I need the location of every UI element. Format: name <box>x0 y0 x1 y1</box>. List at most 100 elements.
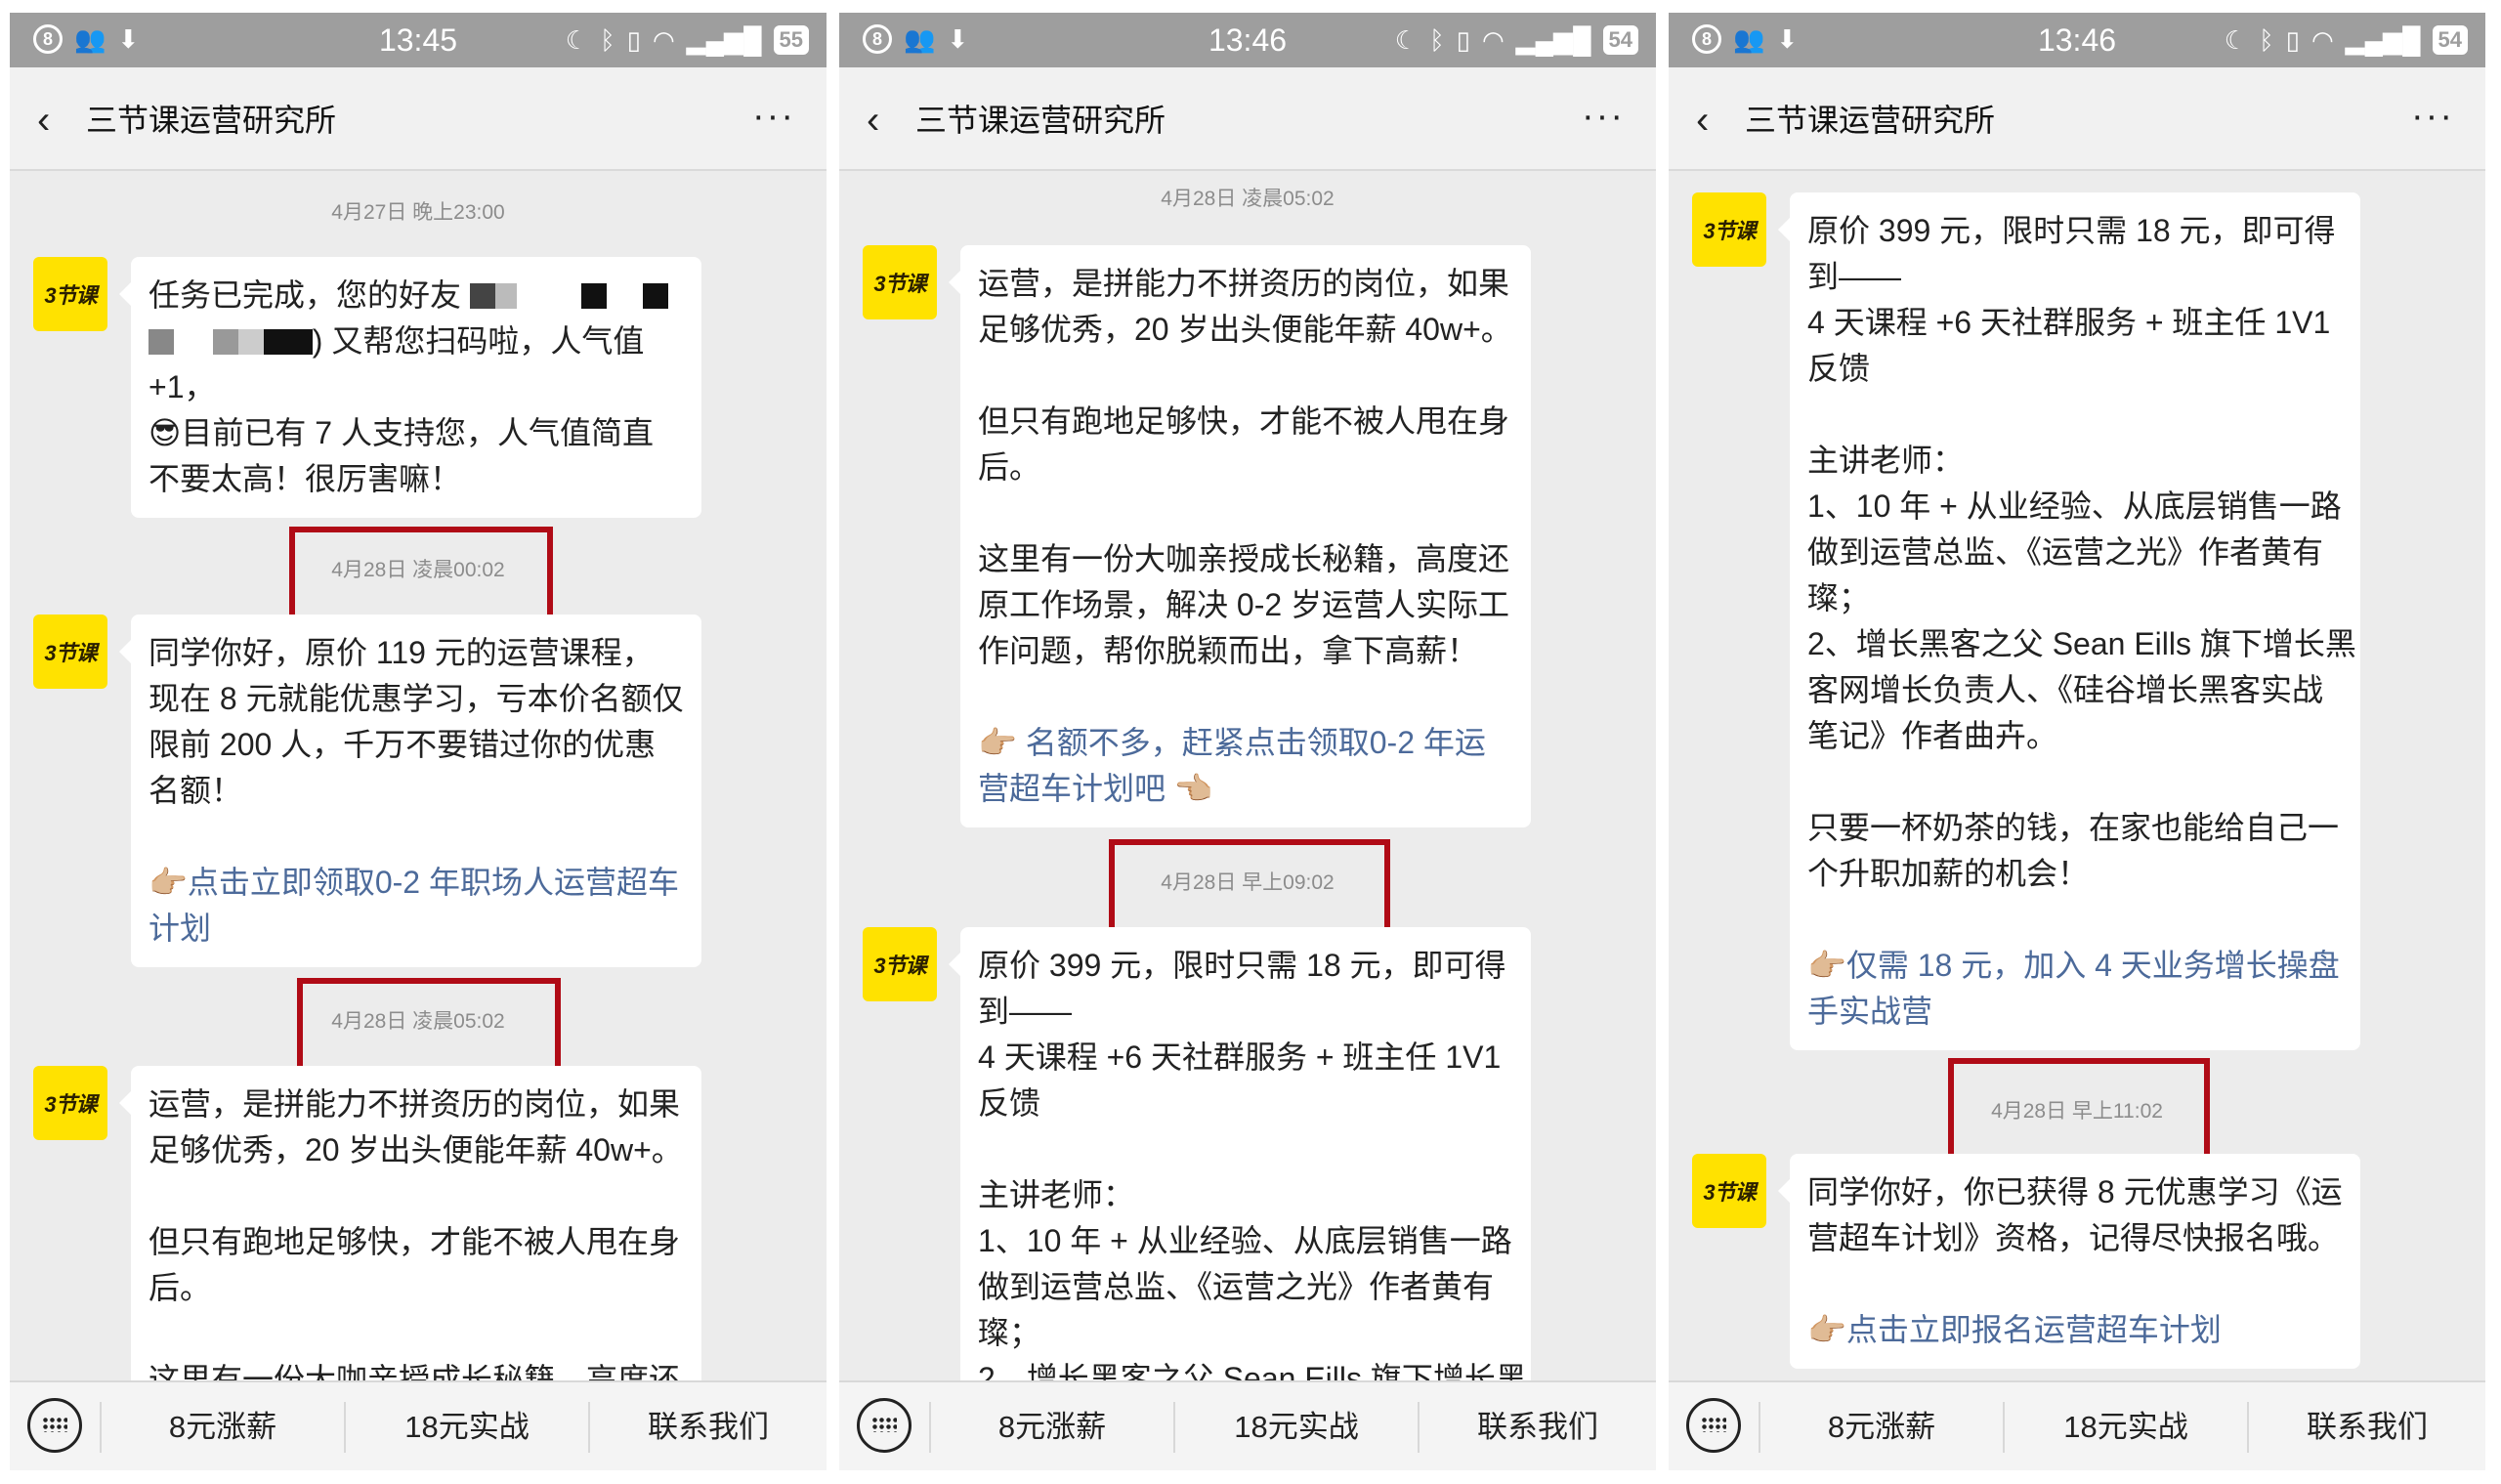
menu-item-8yuan[interactable]: 8元涨薪 <box>931 1382 1173 1470</box>
message-line: 运营，是拼能力不拼资历的岗位，如果 <box>148 1086 681 1122</box>
message-line: 名额！ <box>148 773 243 808</box>
menu-item-contact[interactable]: 联系我们 <box>2249 1382 2485 1470</box>
more-options-icon[interactable]: ··· <box>1582 97 1625 136</box>
menu-item-8yuan[interactable]: 8元涨薪 <box>102 1382 344 1470</box>
message-line: 到—— <box>1807 259 1902 294</box>
message-line: 主讲老师： <box>978 1177 1135 1212</box>
keyboard-icon[interactable] <box>857 1398 911 1453</box>
message-link[interactable]: 👉🏼 名额不多，赶紧点击领取0-2 年运 <box>978 720 1513 766</box>
message-bubble[interactable]: 运营，是拼能力不拼资历的岗位，如果 足够优秀，20 岁出头便能年薪 40w+。 … <box>119 1066 701 1380</box>
message-line <box>1807 759 2343 805</box>
status-bar: 8 👥 ⬇ 13:46 ☾ ᛒ ▯ ◠ ▂▄▆█ 54 <box>839 13 1656 67</box>
message-line: +1， <box>148 369 216 404</box>
highlight-box <box>289 527 553 620</box>
message-line: 笔记》作者曲卉。 <box>1807 718 2058 753</box>
avatar-label: 3节课 <box>1703 219 1756 243</box>
message-line: 这里有一份大咖亲授成长秘籍，高度还 <box>978 541 1510 576</box>
message-line: 原价 399 元，限时只需 18 元，即可得 <box>1807 213 2336 248</box>
redacted-block <box>643 283 669 309</box>
message-bubble[interactable]: 同学你好，原价 119 元的运营课程， 现在 8 元就能优惠学习，亏本价名额仅 … <box>119 615 701 967</box>
menu-bar: 8元涨薪 18元实战 联系我们 <box>1669 1380 2485 1470</box>
message-line: 😎目前已有 7 人支持您，人气值简直 <box>148 415 654 450</box>
chat-area[interactable]: 4月27日 晚上23:00 3节课 任务已完成，您的好友 ) 又帮您扫码啦，人气… <box>10 171 827 1380</box>
message-line: 反馈 <box>1807 351 1871 386</box>
avatar-label: 3节课 <box>44 641 97 665</box>
avatar[interactable]: 3节课 <box>863 245 937 319</box>
bluetooth-icon: ᛒ <box>1429 25 1445 55</box>
chat-title: 三节课运营研究所 <box>1745 103 1996 138</box>
avatar[interactable]: 3节课 <box>33 257 107 331</box>
chat-area[interactable]: 4月28日 凌晨05:02 3节课 运营，是拼能力不拼资历的岗位，如果 足够优秀… <box>839 171 1656 1380</box>
menu-item-8yuan[interactable]: 8元涨薪 <box>1760 1382 2003 1470</box>
message-link[interactable]: 计划 <box>148 906 684 952</box>
timestamp: 4月28日 凌晨05:02 <box>1161 188 1335 210</box>
avatar[interactable]: 3节课 <box>1692 1154 1766 1228</box>
message-bubble[interactable]: 原价 399 元，限时只需 18 元，即可得 到—— 4 天课程 +6 天社群服… <box>949 927 1531 1380</box>
vibrate-icon: ▯ <box>2285 25 2300 55</box>
chat-header: ‹ 三节课运营研究所 ··· <box>1669 67 2485 171</box>
menu-item-contact[interactable]: 联系我们 <box>590 1382 827 1470</box>
message-line: 个升职加薪的机会！ <box>1807 856 2090 891</box>
menu-bar: 8元涨薪 18元实战 联系我们 <box>839 1380 1656 1470</box>
menu-item-18yuan[interactable]: 18元实战 <box>2005 1382 2247 1470</box>
message-line: 2、增长黑客之父 Sean Eills 旗下增长黑 <box>1807 626 2356 661</box>
phone-screen-2: 8 👥 ⬇ 13:46 ☾ ᛒ ▯ ◠ ▂▄▆█ 54 ‹ 三节课运营研究所 ·… <box>839 13 1656 1470</box>
battery-icon: 55 <box>773 25 809 55</box>
menu-item-18yuan[interactable]: 18元实战 <box>346 1382 588 1470</box>
keyboard-icon[interactable] <box>27 1398 82 1453</box>
message-link[interactable]: 👉🏼点击立即报名运营超车计划 <box>1807 1307 2343 1353</box>
vibrate-icon: ▯ <box>626 25 641 55</box>
message-line <box>1807 897 2343 943</box>
avatar[interactable]: 3节课 <box>863 927 937 1001</box>
message-link[interactable]: 👉🏼仅需 18 元，加入 4 天业务增长操盘 <box>1807 943 2343 989</box>
message-line <box>1807 1261 2343 1307</box>
keyboard-icon[interactable] <box>1686 1398 1741 1453</box>
chat-area[interactable]: 3节课 原价 399 元，限时只需 18 元，即可得 到—— 4 天课程 +6 … <box>1669 171 2485 1380</box>
status-bar: 8 👥 ⬇ 13:46 ☾ ᛒ ▯ ◠ ▂▄▆█ 54 <box>1669 13 2485 67</box>
highlight-box <box>297 978 561 1072</box>
message-bubble[interactable]: 同学你好，你已获得 8 元优惠学习《运 营超车计划》资格，记得尽快报名哦。 👉🏼… <box>1778 1154 2360 1369</box>
back-chevron-icon[interactable]: ‹ <box>1696 101 1729 140</box>
back-chevron-icon[interactable]: ‹ <box>867 101 900 140</box>
message-line: 营超车计划》资格，记得尽快报名哦。 <box>1807 1220 2340 1255</box>
message-link[interactable]: 营超车计划吧 👈🏼 <box>978 766 1513 812</box>
highlight-box <box>1948 1058 2210 1160</box>
message-link[interactable]: 👉🏼点击立即领取0-2 年职场人运营超车 <box>148 860 684 906</box>
menu-item-contact[interactable]: 联系我们 <box>1420 1382 1656 1470</box>
redacted-block <box>494 283 517 309</box>
highlight-box <box>1109 839 1390 941</box>
more-options-icon[interactable]: ··· <box>2411 97 2454 136</box>
message-line: 后。 <box>148 1270 212 1305</box>
message-bubble[interactable]: 任务已完成，您的好友 ) 又帮您扫码啦，人气值 +1， 😎目前已有 7 人支持您… <box>119 257 701 518</box>
message-bubble[interactable]: 运营，是拼能力不拼资历的岗位，如果 足够优秀，20 岁出头便能年薪 40w+。 … <box>949 245 1531 827</box>
chat-header: ‹ 三节课运营研究所 ··· <box>10 67 827 171</box>
message-line: 璨； <box>1807 580 1871 615</box>
moon-icon: ☾ <box>2224 25 2248 55</box>
message-line: 同学你好，你已获得 8 元优惠学习《运 <box>1807 1174 2343 1209</box>
message-line: 这里有一份大咖亲授成长秘籍，高度还 <box>148 1362 681 1380</box>
wifi-icon: ◠ <box>652 25 675 55</box>
avatar[interactable]: 3节课 <box>33 1066 107 1140</box>
message-line: 现在 8 元就能优惠学习，亏本价名额仅 <box>148 681 684 716</box>
message-link[interactable]: 手实战营 <box>1807 989 2343 1035</box>
chat-title: 三节课运营研究所 <box>915 103 1166 138</box>
message-bubble[interactable]: 原价 399 元，限时只需 18 元，即可得 到—— 4 天课程 +6 天社群服… <box>1778 192 2360 1050</box>
chat-header: ‹ 三节课运营研究所 ··· <box>839 67 1656 171</box>
avatar[interactable]: 3节课 <box>1692 192 1766 267</box>
message-line <box>148 814 684 860</box>
avatar-label: 3节课 <box>873 954 926 978</box>
back-chevron-icon[interactable]: ‹ <box>37 101 70 140</box>
message-line: 原工作场景，解决 0-2 岁运营人实际工 <box>978 587 1510 622</box>
message-line: 到—— <box>978 994 1073 1029</box>
menu-item-18yuan[interactable]: 18元实战 <box>1175 1382 1418 1470</box>
message-line: 只要一杯奶茶的钱，在家也能给自己一 <box>1807 810 2340 845</box>
avatar[interactable]: 3节课 <box>33 615 107 689</box>
redacted-block <box>237 329 264 355</box>
vibrate-icon: ▯ <box>1456 25 1470 55</box>
message-line: 足够优秀，20 岁出头便能年薪 40w+。 <box>148 1132 683 1167</box>
message-line: 不要太高！很厉害嘛！ <box>148 461 462 496</box>
message-line: 原价 399 元，限时只需 18 元，即可得 <box>978 948 1506 983</box>
moon-icon: ☾ <box>565 25 589 55</box>
more-options-icon[interactable]: ··· <box>752 97 795 136</box>
message-line: 4 天课程 +6 天社群服务 + 班主任 1V1 <box>1807 305 2331 340</box>
